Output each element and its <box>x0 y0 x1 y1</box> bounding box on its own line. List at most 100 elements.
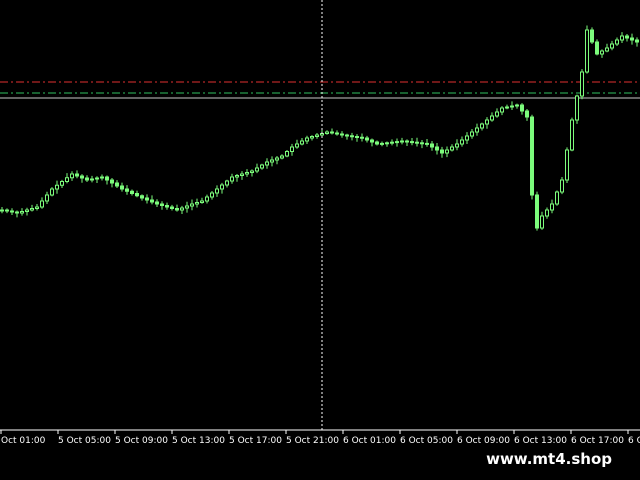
candle-body <box>135 193 139 197</box>
x-tick-label: Oct 01:00 <box>1 436 46 446</box>
candle-body <box>250 170 254 173</box>
candle-body <box>485 119 489 125</box>
price-chart[interactable]: Oct 01:00 5 Oct 05:00 5 Oct 09:00 5 Oct 13:… <box>0 0 640 480</box>
candle-body <box>165 205 169 208</box>
candle-body <box>230 176 234 182</box>
candle-body <box>85 177 89 181</box>
candle-body <box>470 131 474 137</box>
candle-body <box>45 194 49 202</box>
candle-body <box>510 105 514 108</box>
candle-body <box>180 207 184 211</box>
candle-body <box>475 127 479 133</box>
candle-body <box>555 191 559 205</box>
candle-body <box>35 206 39 209</box>
candle-body <box>430 143 434 148</box>
candle-body <box>150 199 154 203</box>
candle-body <box>500 107 504 113</box>
candle-body <box>55 184 59 190</box>
candle-body <box>455 143 459 148</box>
candle-body <box>115 182 119 187</box>
candle-body <box>360 136 364 139</box>
candle-body <box>410 141 414 144</box>
x-tick-label: 6 Oct 17:00 <box>571 436 624 446</box>
candle-body <box>245 172 249 175</box>
candle-body <box>310 136 314 139</box>
candle-body <box>560 179 564 193</box>
candle-body <box>480 123 484 129</box>
candle-body <box>240 173 244 176</box>
candle-body <box>170 206 174 209</box>
candle-body <box>25 209 29 212</box>
candle-body <box>545 209 549 217</box>
chart-window[interactable]: Oct 01:00 5 Oct 05:00 5 Oct 09:00 5 Oct 13:… <box>0 0 640 480</box>
candle-body <box>255 167 259 172</box>
candle-body <box>220 184 224 190</box>
candle-body <box>265 161 269 166</box>
x-tick-label: 5 Oct 09:00 <box>115 436 168 446</box>
candle-body <box>620 35 624 41</box>
x-tick-label: 6 Oct 09:00 <box>457 436 510 446</box>
candle-body <box>285 151 289 157</box>
candle-body <box>10 210 14 213</box>
candle-body <box>90 178 94 181</box>
candle-body <box>595 41 599 55</box>
candle-body <box>590 29 594 43</box>
x-tick-label: 6 Oct 05:00 <box>400 436 453 446</box>
candle-body <box>515 104 519 107</box>
candle-body <box>325 131 329 134</box>
x-tick-label: 5 Oct 13:00 <box>172 436 225 446</box>
candle-body <box>445 149 449 154</box>
candle-body <box>450 146 454 151</box>
candle-body <box>415 141 419 144</box>
candle-body <box>190 203 194 207</box>
candle-body <box>365 137 369 141</box>
candle-body <box>315 134 319 137</box>
candle-body <box>30 208 34 211</box>
candle-body <box>280 155 284 159</box>
candle-body <box>40 200 44 208</box>
candle-body <box>75 173 79 177</box>
candle-body <box>225 180 229 186</box>
candle-body <box>375 141 379 145</box>
candle-body <box>565 149 569 181</box>
candle-body <box>635 39 639 43</box>
candle-body <box>615 39 619 45</box>
candle-body <box>160 203 164 206</box>
candle-body <box>580 71 584 97</box>
candle-body <box>425 142 429 145</box>
candle-body <box>495 111 499 117</box>
x-tick-label: 5 Oct 05:00 <box>58 436 111 446</box>
candle-body <box>295 143 299 148</box>
candle-body <box>435 146 439 151</box>
candle-body <box>20 211 24 214</box>
candle-body <box>5 209 9 212</box>
candle-body <box>345 134 349 137</box>
candle-body <box>290 146 294 152</box>
candle-body <box>100 176 104 179</box>
candle-body <box>400 140 404 143</box>
candle-body <box>605 47 609 52</box>
candle-body <box>550 203 554 211</box>
x-tick-label: 5 Oct 21:00 <box>286 436 339 446</box>
candle-body <box>570 119 574 151</box>
candle-body <box>600 50 604 55</box>
candle-body <box>105 176 109 181</box>
candle-body <box>395 141 399 144</box>
candle-body <box>370 139 374 143</box>
candle-body <box>260 164 264 169</box>
candle-body <box>390 141 394 144</box>
candle-body <box>530 116 534 196</box>
x-tick-label: 5 Oct 17:00 <box>229 436 282 446</box>
candle-body <box>235 175 239 178</box>
candle-body <box>70 173 74 179</box>
candle-body <box>420 142 424 145</box>
candle-body <box>405 140 409 143</box>
candle-body <box>175 208 179 211</box>
candle-body <box>520 104 524 112</box>
candle-body <box>490 115 494 121</box>
candle-body <box>270 159 274 163</box>
candle-body <box>80 175 84 179</box>
candle-body <box>110 179 114 184</box>
candle-body <box>215 188 219 194</box>
candle-body <box>205 196 209 202</box>
